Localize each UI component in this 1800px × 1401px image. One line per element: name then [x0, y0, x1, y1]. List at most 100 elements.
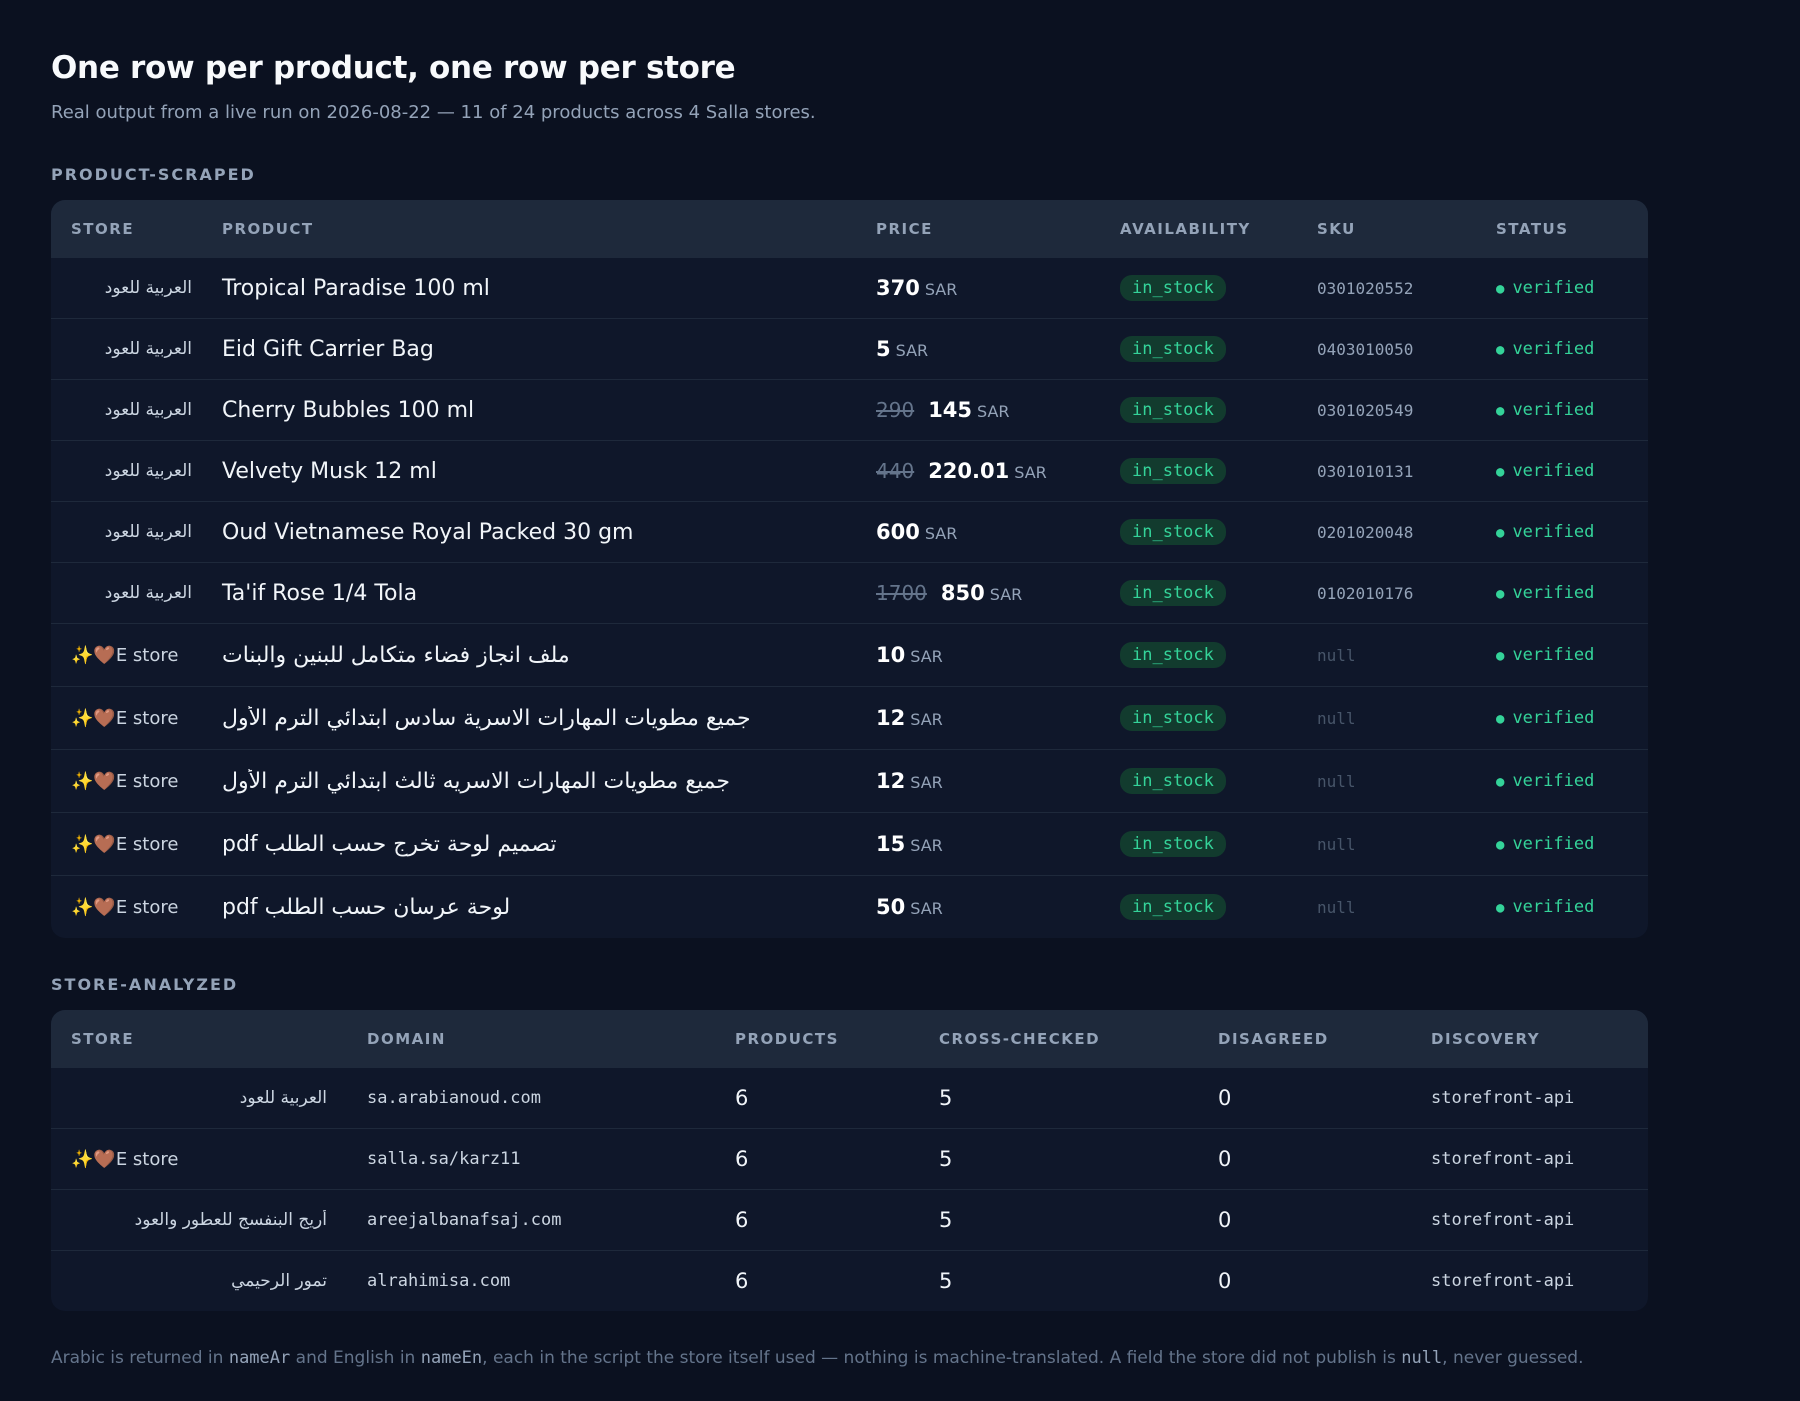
table-row: العربية للعود Ta'if Rose 1/4 Tola 1700 850 S… [51, 562, 1648, 623]
store-name: العربية للعود [104, 583, 192, 603]
column-header-cross-checked: CROSS-CHECKED [939, 1029, 1101, 1048]
price-cell: 1700 850 SAR [856, 581, 1100, 605]
availability-cell: in_stock [1100, 768, 1297, 794]
status-text: verified [1512, 583, 1595, 603]
disagreed-count: 0 [1218, 1147, 1232, 1171]
status-cell: ● verified [1476, 522, 1648, 542]
price-cell: 12 SAR [856, 706, 1100, 730]
store-name: ✨🤎E store [71, 707, 179, 729]
cross-checked-count: 5 [939, 1208, 953, 1232]
store-name: ✨🤎E store [71, 896, 179, 918]
cross-checked-count: 5 [939, 1147, 953, 1171]
availability-cell: in_stock [1100, 831, 1297, 857]
status-dot-icon: ● [1496, 281, 1505, 297]
store-table-body: العربية للعود sa.arabianoud.com 6 5 0 storefr… [51, 1067, 1648, 1311]
price-cell: 15 SAR [856, 832, 1100, 856]
column-header-discovery: DISCOVERY [1431, 1029, 1541, 1048]
currency-label: SAR [1014, 463, 1047, 482]
store-name: العربية للعود [104, 278, 192, 298]
price-cell: 50 SAR [856, 895, 1100, 919]
store-name: العربية للعود [239, 1088, 327, 1108]
status-dot-icon: ● [1496, 648, 1505, 664]
status-cell: ● verified [1476, 583, 1648, 603]
cross-checked-count: 5 [939, 1269, 953, 1293]
product-name: Oud Vietnamese Royal Packed 30 gm [222, 519, 634, 545]
column-header-store: STORE [71, 1029, 135, 1048]
product-name: جميع مطويات المهارات الاسريه ثالث ابتدائ… [222, 768, 730, 794]
price-value: 600 [876, 520, 920, 544]
store-name: العربية للعود [104, 339, 192, 359]
currency-label: SAR [895, 341, 929, 360]
sku-value: 0301020549 [1317, 400, 1414, 420]
footnote-code-nameen: nameEn [420, 1348, 483, 1368]
price-cell: 600 SAR [856, 520, 1100, 544]
table-row: ✨🤎E store لوحة عرسان حسب الطلب pdf 50 SAR in… [51, 875, 1648, 938]
table-row: ✨🤎E store salla.sa/karz11 6 5 0 storefront-ap… [51, 1128, 1648, 1189]
availability-cell: in_stock [1100, 705, 1297, 731]
availability-badge: in_stock [1120, 768, 1226, 794]
status-text: verified [1512, 522, 1595, 542]
availability-cell: in_stock [1100, 580, 1297, 606]
product-name: Cherry Bubbles 100 ml [222, 397, 475, 423]
availability-cell: in_stock [1100, 397, 1297, 423]
column-header-products: PRODUCTS [735, 1029, 839, 1048]
store-domain: alrahimisa.com [367, 1271, 511, 1291]
store-name: العربية للعود [104, 522, 192, 542]
store-name: ✨🤎E store [71, 833, 179, 855]
availability-badge: in_stock [1120, 831, 1226, 857]
store-table-header: STORE DOMAIN PRODUCTS CROSS-CHECKED DISA… [51, 1010, 1648, 1067]
footnote: Arabic is returned in nameAr and English… [51, 1348, 1648, 1368]
status-dot-icon: ● [1496, 464, 1505, 480]
page-subtitle: Real output from a live run on 2026-08-2… [51, 102, 816, 123]
currency-label: SAR [910, 647, 943, 666]
table-row: العربية للعود Eid Gift Carrier Bag 5 SAR in_… [51, 318, 1648, 379]
footnote-text: and English in [290, 1348, 421, 1368]
table-row: العربية للعود Oud Vietnamese Royal Packed… [51, 501, 1648, 562]
price-value: 50 [876, 895, 906, 919]
status-cell: ● verified [1476, 461, 1648, 481]
price-cell: 5 SAR [856, 337, 1100, 361]
store-name: ✨🤎E store [71, 1148, 179, 1170]
footnote-code-null: null [1401, 1348, 1443, 1368]
currency-label: SAR [977, 402, 1010, 421]
availability-badge: in_stock [1120, 705, 1226, 731]
footnote-code-namear: nameAr [228, 1348, 291, 1368]
column-header-status: STATUS [1496, 219, 1569, 238]
product-table: STORE PRODUCT PRICE AVAILABILITY SKU STA… [51, 200, 1648, 938]
status-cell: ● verified [1476, 645, 1648, 665]
sku-value: null [1317, 834, 1356, 854]
status-dot-icon: ● [1496, 900, 1505, 916]
currency-label: SAR [910, 899, 943, 918]
product-section-label: PRODUCT-SCRAPED [51, 165, 256, 184]
status-text: verified [1512, 708, 1595, 728]
original-price: 440 [876, 459, 915, 483]
discovery-method: storefront-api [1431, 1271, 1575, 1291]
status-cell: ● verified [1476, 771, 1648, 791]
availability-badge: in_stock [1120, 642, 1226, 668]
status-text: verified [1512, 645, 1595, 665]
currency-label: SAR [910, 836, 943, 855]
table-row: ✨🤎E store تصميم لوحة تخرج حسب الطلب pdf 15… [51, 812, 1648, 875]
availability-badge: in_stock [1120, 336, 1226, 362]
sku-value: 0301020552 [1317, 278, 1414, 298]
product-name: Tropical Paradise 100 ml [222, 275, 490, 301]
currency-label: SAR [924, 280, 958, 299]
original-price: 1700 [876, 581, 927, 605]
products-count: 6 [735, 1147, 749, 1171]
footnote-text: , never guessed. [1442, 1348, 1584, 1368]
availability-cell: in_stock [1100, 519, 1297, 545]
table-row: العربية للعود sa.arabianoud.com 6 5 0 storefr… [51, 1067, 1648, 1128]
original-price: 290 [876, 398, 915, 422]
status-dot-icon: ● [1496, 711, 1505, 727]
price-value: 145 [928, 398, 973, 422]
status-dot-icon: ● [1496, 837, 1505, 853]
products-count: 6 [735, 1086, 749, 1110]
currency-label: SAR [910, 773, 943, 792]
availability-badge: in_stock [1120, 397, 1226, 423]
table-row: ✨🤎E store جميع مطويات المهارات الاسريه ثا… [51, 749, 1648, 812]
column-header-disagreed: DISAGREED [1218, 1029, 1329, 1048]
status-text: verified [1512, 400, 1595, 420]
status-dot-icon: ● [1496, 525, 1505, 541]
discovery-method: storefront-api [1431, 1149, 1575, 1169]
status-text: verified [1512, 897, 1595, 917]
